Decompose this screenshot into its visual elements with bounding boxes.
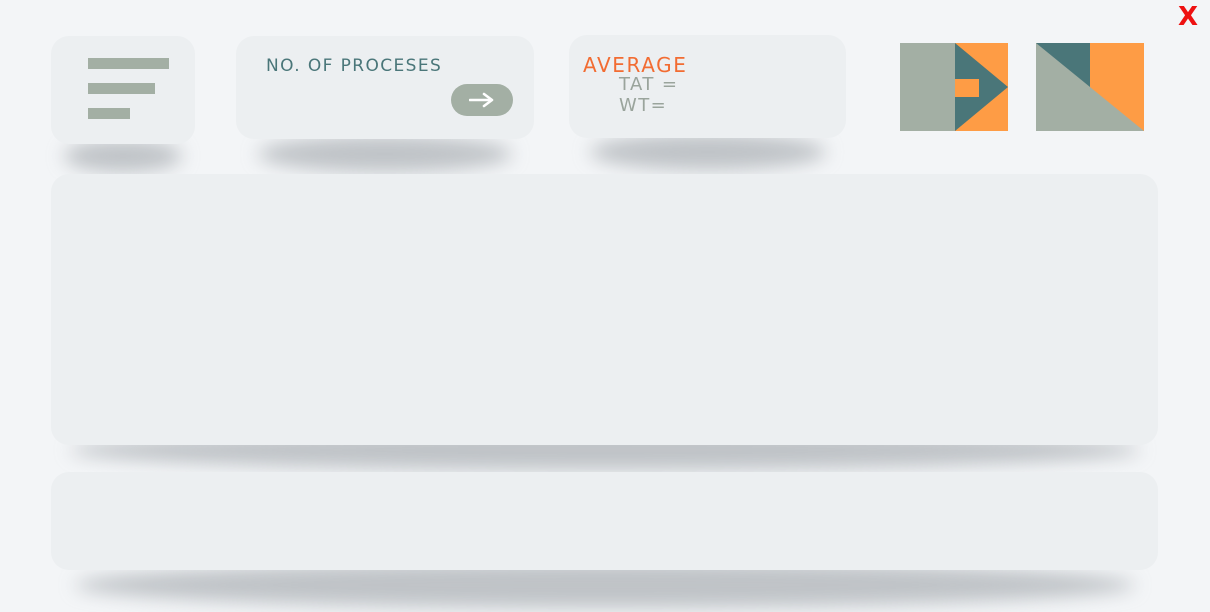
processes-card-shadow bbox=[258, 136, 512, 172]
hamburger-menu-icon[interactable] bbox=[51, 36, 195, 144]
angular-n-logo-icon bbox=[1036, 43, 1144, 131]
menu-line-bottom bbox=[88, 108, 130, 119]
submit-processes-button[interactable] bbox=[451, 84, 513, 116]
menu-line-top bbox=[88, 58, 169, 69]
close-button[interactable]: X bbox=[1178, 2, 1198, 32]
play-forward-logo-icon bbox=[900, 43, 1008, 131]
average-wt-label: WT= bbox=[619, 95, 668, 116]
process-table-panel bbox=[51, 472, 1158, 570]
average-card: AVERAGE TAT = WT= bbox=[569, 35, 846, 138]
menu-card[interactable] bbox=[51, 36, 195, 144]
average-card-shadow bbox=[590, 134, 826, 170]
arrow-right-icon bbox=[469, 92, 494, 108]
average-tat-label: TAT = bbox=[619, 74, 679, 95]
menu-card-shadow bbox=[64, 140, 182, 172]
processes-card: NO. OF PROCESES bbox=[236, 36, 534, 139]
gantt-chart-panel bbox=[51, 174, 1158, 445]
menu-line-middle bbox=[88, 83, 155, 94]
processes-label: NO. OF PROCESES bbox=[266, 56, 443, 76]
